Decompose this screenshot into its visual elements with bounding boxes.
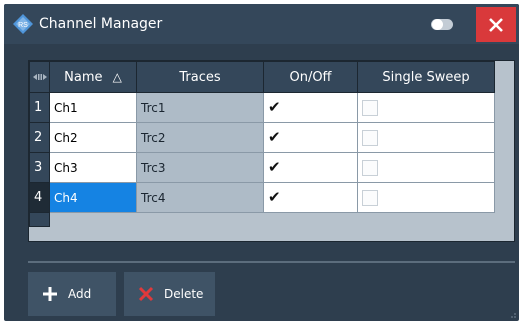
on-off-checkbox[interactable]: ✔ xyxy=(263,122,358,153)
trace-cell[interactable]: Trc4 xyxy=(136,182,264,213)
channel-name-cell[interactable]: Ch2 xyxy=(49,122,137,153)
table-row[interactable]: 3 Ch3 Trc3 ✔ xyxy=(29,152,495,183)
toggle-switch-icon[interactable] xyxy=(431,19,453,30)
column-resize-header[interactable] xyxy=(29,61,50,93)
checkmark-icon: ✔ xyxy=(268,98,281,116)
delete-button-label: Delete xyxy=(164,287,204,301)
row-index[interactable]: 3 xyxy=(29,152,50,183)
table-row[interactable]: 1 Ch1 Trc1 ✔ xyxy=(29,92,495,123)
column-header-traces-label: Traces xyxy=(179,69,221,85)
column-resize-icon xyxy=(32,73,47,80)
table-row[interactable]: 4 Ch4 Trc4 ✔ xyxy=(29,182,495,213)
single-sweep-checkbox[interactable] xyxy=(357,152,495,183)
channel-name-cell[interactable]: Ch3 xyxy=(49,152,137,183)
separator-line xyxy=(28,261,515,263)
row-index[interactable]: 1 xyxy=(29,92,50,123)
table-header-row: Name △ Traces On/Off Single Sweep xyxy=(29,61,495,93)
single-sweep-checkbox[interactable] xyxy=(357,122,495,153)
single-sweep-checkbox[interactable] xyxy=(357,182,495,213)
on-off-checkbox[interactable]: ✔ xyxy=(263,92,358,123)
close-icon xyxy=(489,17,503,32)
trace-cell[interactable]: Trc1 xyxy=(136,92,264,123)
row-index[interactable]: 4 xyxy=(29,182,50,213)
window-title: Channel Manager xyxy=(39,16,163,32)
table-empty-row xyxy=(29,212,495,227)
channel-table: Name △ Traces On/Off Single Sweep 1 Ch1 … xyxy=(28,60,515,242)
row-index[interactable]: 2 xyxy=(29,122,50,153)
checkmark-icon: ✔ xyxy=(268,158,281,176)
single-sweep-checkbox[interactable] xyxy=(357,92,495,123)
unchecked-box-icon xyxy=(362,159,378,176)
resize-grip-icon[interactable] xyxy=(507,309,517,319)
delete-x-icon xyxy=(138,286,154,302)
sort-ascending-icon: △ xyxy=(112,69,122,84)
column-header-traces[interactable]: Traces xyxy=(136,61,264,93)
column-header-single-sweep[interactable]: Single Sweep xyxy=(357,61,495,93)
table-row[interactable]: 2 Ch2 Trc2 ✔ xyxy=(29,122,495,153)
toggle-knob xyxy=(432,19,443,30)
channel-name-cell[interactable]: Ch1 xyxy=(49,92,137,123)
channel-manager-dialog: RS Channel Manager Name △ Traces On/Off … xyxy=(4,4,519,321)
add-button[interactable]: Add xyxy=(28,272,116,316)
unchecked-box-icon xyxy=(362,99,378,116)
trace-cell[interactable]: Trc3 xyxy=(136,152,264,183)
column-header-onoff[interactable]: On/Off xyxy=(263,61,358,93)
checkmark-icon: ✔ xyxy=(268,128,281,146)
on-off-checkbox[interactable]: ✔ xyxy=(263,182,358,213)
channel-name-cell[interactable]: Ch4 xyxy=(49,182,137,213)
row-index-empty xyxy=(29,212,50,227)
svg-text:RS: RS xyxy=(18,22,28,29)
trace-cell[interactable]: Trc2 xyxy=(136,122,264,153)
column-header-onoff-label: On/Off xyxy=(289,69,332,85)
rohde-schwarz-logo-icon: RS xyxy=(13,14,33,34)
close-button[interactable] xyxy=(476,7,516,42)
add-button-label: Add xyxy=(68,287,92,301)
plus-icon xyxy=(42,286,58,302)
column-header-single-sweep-label: Single Sweep xyxy=(382,69,470,85)
column-header-name-label: Name xyxy=(64,69,103,85)
unchecked-box-icon xyxy=(362,189,378,206)
delete-button[interactable]: Delete xyxy=(124,272,215,316)
title-bar[interactable]: RS Channel Manager xyxy=(4,4,519,44)
column-header-name[interactable]: Name △ xyxy=(49,61,137,93)
unchecked-box-icon xyxy=(362,129,378,146)
on-off-checkbox[interactable]: ✔ xyxy=(263,152,358,183)
checkmark-icon: ✔ xyxy=(268,188,281,206)
empty-area xyxy=(49,212,495,227)
